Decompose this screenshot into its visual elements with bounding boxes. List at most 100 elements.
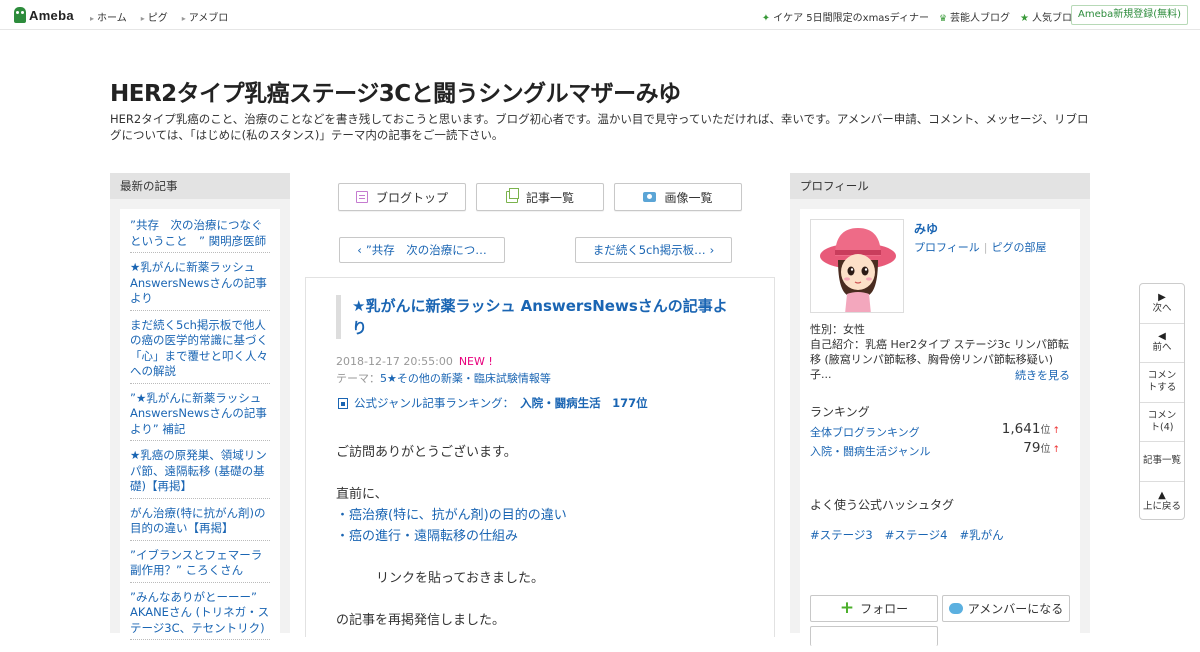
ranking-row-overall: 全体ブログランキング 1,641位 ↑ [810, 421, 1060, 440]
copy-icon [505, 188, 519, 203]
blog-toolbar: ブログトップ 記事一覧 画像一覧 [338, 183, 742, 211]
profile-name[interactable]: みゆ [914, 220, 938, 237]
theme-link[interactable]: 5★その他の新薬・臨床試験情報等 [380, 372, 551, 385]
blog-title[interactable]: HER2タイプ乳癌ステージ3Cと闘うシングルマザーみゆ [110, 74, 681, 108]
trend-up-icon: ↑ [1052, 445, 1060, 455]
ranking-label-genre[interactable]: 入院・闘病生活ジャンル [810, 445, 930, 458]
recent-article-item[interactable]: ★乳癌の原発巣、領域リンパ節、遠隔転移 (基礎の基礎)【再掲】 [130, 441, 270, 499]
trend-up-icon: ↑ [1052, 426, 1060, 436]
profile-box: みゆ プロフィール | ピグの部屋 性別：女性 自己紹介：乳癌 Her2タイプ ステ… [800, 209, 1080, 646]
body-linked-note: リンクを貼っておきました。 [376, 571, 544, 586]
nav-ameblo[interactable]: ▸ アメブロ [182, 9, 229, 24]
prev-article-button[interactable]: ‹ ”共存 次の治療につ… [339, 237, 505, 263]
floating-nav: ▶ 次へ ◀ 前へ コメントする コメント(4) 記事一覧 ▲ 上に戻る [1139, 283, 1185, 520]
celebrity-blog-link[interactable]: ♛ 芸能人ブログ [939, 9, 1010, 24]
float-comment-count-button[interactable]: コメント(4) [1140, 403, 1184, 442]
blog-top-label: ブログトップ [375, 190, 448, 205]
amember-button[interactable]: アメンバーになる [942, 595, 1070, 622]
ranking-value-overall: 1,641位 ↑ [1002, 421, 1060, 437]
blog-description: HER2タイプ乳癌のこと、治療のことなどを書き残しておこうと思います。ブログ初心… [110, 112, 1089, 142]
recent-article-item[interactable]: ★乳がんに新薬ラッシュ AnswersNewsさんの記事より [130, 253, 270, 311]
promo-link[interactable]: ✦ イケア 5日間限定のxmasディナー [762, 9, 929, 24]
next-article-button[interactable]: まだ続く5ch掲示板… › [575, 237, 732, 263]
profile-links: プロフィール | ピグの部屋 [914, 239, 1047, 255]
ranking-number: 79 [1023, 440, 1041, 456]
signup-button[interactable]: Ameba新規登録(無料) [1070, 5, 1188, 25]
play-left-icon: ◀ [1158, 331, 1166, 343]
ranking-value-genre: 79位 ↑ [1023, 440, 1060, 456]
profile-gender: 性別：女性 [810, 323, 865, 336]
genre-ranking-link[interactable]: 公式ジャンル記事ランキング： 入院・闘病生活 177位 [338, 395, 648, 411]
play-right-icon: ▶ [1158, 291, 1166, 303]
article-list-button[interactable]: 記事一覧 [476, 183, 604, 211]
avatar[interactable] [810, 219, 904, 313]
float-prev-label: 前へ [1152, 342, 1172, 354]
article-list-label: 記事一覧 [525, 190, 574, 205]
chevron-right-icon: ▸ [90, 14, 95, 23]
article-title[interactable]: ★乳がんに新薬ラッシュ AnswersNewsさんの記事より [336, 295, 741, 339]
star-icon: ★ [1020, 13, 1029, 24]
nav-home[interactable]: ▸ ホーム [90, 9, 127, 24]
ranking-label-overall[interactable]: 全体ブログランキング [810, 426, 920, 439]
article-meta: 2018-12-17 20:55:00 NEW ! テーマ：5★その他の新薬・臨床… [336, 353, 551, 387]
ranking-row-genre: 入院・闘病生活ジャンル 79位 ↑ [810, 440, 1060, 459]
recent-article-item[interactable]: まだ続く5ch掲示板で他人の癌の医学的常識に基づく「心」まで覆せと叩く人々への解… [130, 311, 270, 384]
celebrity-blog-label: 芸能人ブログ [950, 13, 1011, 24]
hashtag-link[interactable]: #ステージ4 [885, 527, 948, 543]
ranking-number: 1,641 [1001, 421, 1041, 437]
blog-top-button[interactable]: ブログトップ [338, 183, 466, 211]
amember-label: アメンバーになる [967, 602, 1064, 616]
float-next-button[interactable]: ▶ 次へ [1140, 284, 1184, 324]
plus-icon: + [839, 598, 855, 618]
chevron-right-icon: ▸ [181, 14, 186, 23]
hashtag-list: #ステージ3 #ステージ4 #乳がん [810, 527, 1004, 543]
message-button[interactable] [810, 626, 938, 646]
recent-article-item[interactable]: がん治療(特に抗がん剤)の目的の違い【再掲】 [130, 499, 270, 541]
profile-link[interactable]: プロフィール [914, 241, 980, 254]
follow-label: フォロー [860, 602, 909, 616]
recent-article-item[interactable]: ”★乳がんに新薬ラッシュ AnswersNewsさんの記事より” 補記 [130, 384, 270, 441]
nav-home-label: ホーム [97, 13, 127, 24]
promo-link-label: イケア 5日間限定のxmasディナー [773, 13, 929, 24]
nav-ameblo-label: アメブロ [188, 13, 229, 24]
nav-pigg-label: ピグ [147, 13, 168, 24]
hashtag-link[interactable]: #乳がん [959, 527, 1003, 543]
recent-articles-heading: 最新の記事 [110, 173, 290, 199]
recent-article-item[interactable]: ”みんなありがとーーー” AKANEさん (トリネガ・ステージ3C、テセントリク… [130, 583, 270, 640]
float-comment-button[interactable]: コメントする [1140, 363, 1184, 403]
hashtag-link[interactable]: #ステージ3 [810, 527, 873, 543]
ranking-heading: ランキング [810, 405, 870, 419]
sparkle-icon: ✦ [761, 13, 771, 24]
recent-article-item[interactable]: ”共存 次の治療につなぐということ ” 関明彦医師 [130, 209, 270, 253]
camera-icon [643, 192, 657, 202]
profile-sidebar: プロフィール みゆ プロフィール | ピグの部屋 性別：女性 自己紹介：乳癌 H… [790, 173, 1090, 646]
nav-pigg[interactable]: ▸ ピグ [141, 9, 168, 24]
chevron-left-icon: ‹ [357, 243, 362, 257]
float-top-button[interactable]: ▲ 上に戻る [1140, 482, 1184, 522]
body-link-metastasis[interactable]: ・癌の進行・遠隔転移の仕組み [336, 526, 567, 547]
recent-articles-sidebar: 最新の記事 ”共存 次の治療につなぐということ ” 関明彦医師 ★乳がんに新薬ラ… [110, 173, 290, 640]
float-comment-count-label: コメント(4) [1147, 409, 1177, 433]
float-article-list-button[interactable]: 記事一覧 [1140, 442, 1184, 482]
recent-articles-list: ”共存 次の治療につなぐということ ” 関明彦医師 ★乳がんに新薬ラッシュ An… [120, 209, 280, 640]
float-prev-button[interactable]: ◀ 前へ [1140, 324, 1184, 363]
body-repost: の記事を再掲発信しました。 [336, 613, 506, 628]
image-list-button[interactable]: 画像一覧 [614, 183, 742, 211]
link-separator: | [983, 241, 988, 254]
chevron-right-icon: ▸ [140, 14, 145, 23]
follow-button[interactable]: + フォロー [810, 595, 938, 622]
header-right-links: ✦ イケア 5日間限定のxmasディナー ♛ 芸能人ブログ ★ 人気ブログ [762, 9, 1082, 24]
float-article-list-label: 記事一覧 [1142, 455, 1181, 467]
read-more-link[interactable]: 続きを見る [1015, 367, 1070, 383]
pigg-avatar-image [820, 228, 896, 312]
article-body: ご訪問ありがとうございます。 直前に、 ・癌治療(特に、抗がん剤)の目的の違い … [336, 442, 567, 652]
ameba-logo[interactable]: Ameba [14, 6, 74, 24]
body-link-treatment-purpose[interactable]: ・癌治療(特に、抗がん剤)の目的の違い [336, 505, 567, 526]
body-greeting: ご訪問ありがとうございます。 [336, 445, 517, 460]
pigg-room-link[interactable]: ピグの部屋 [992, 241, 1047, 254]
float-next-label: 次へ [1152, 302, 1172, 314]
hashtag-heading: よく使う公式ハッシュタグ [810, 498, 955, 512]
recent-article-item[interactable]: ”イブランスとフェマーラ副作用？” ころくさん [130, 541, 270, 583]
triangle-up-icon: ▲ [1158, 489, 1166, 501]
theme-label: テーマ： [336, 372, 380, 385]
